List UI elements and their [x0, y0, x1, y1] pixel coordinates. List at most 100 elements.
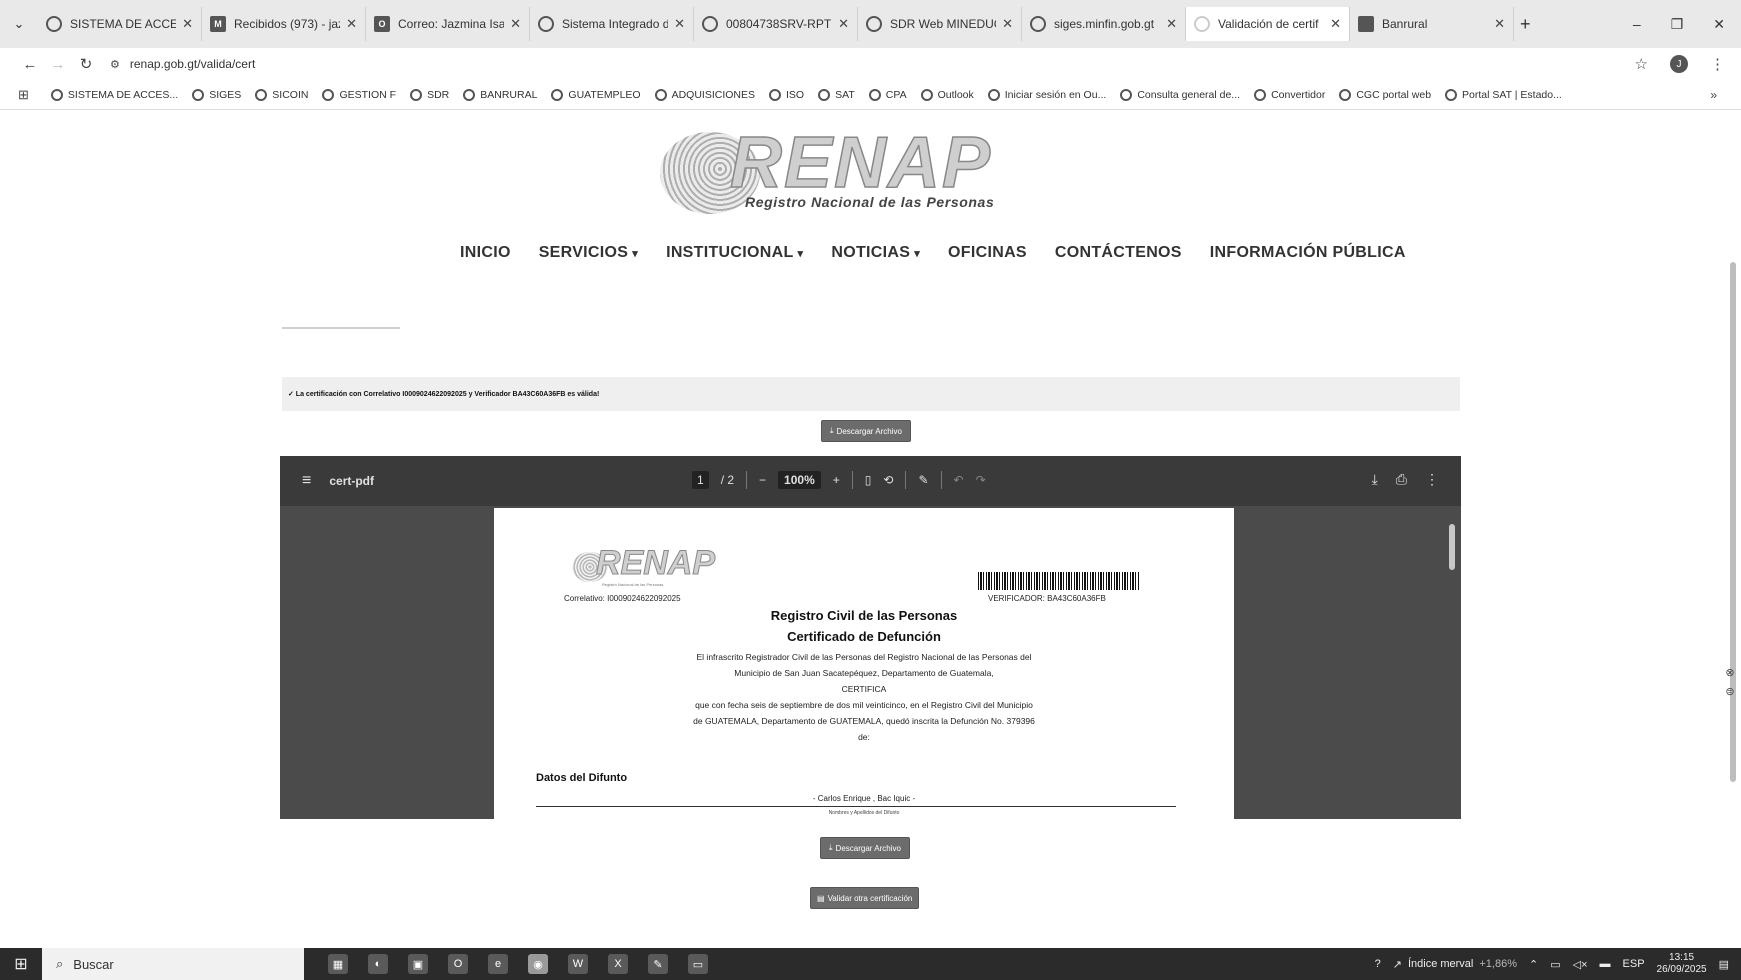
help-icon[interactable]: ? [1375, 958, 1381, 970]
bookmark-star-icon[interactable]: ☆ [1635, 55, 1648, 73]
tab-srv-rpt[interactable]: 00804738SRV-RPTPF ✕ [694, 7, 858, 41]
tab-validacion-active[interactable]: Validación de certif ✕ [1186, 7, 1350, 41]
nav-noticias[interactable]: NOTICIAS ▾ [831, 244, 920, 262]
tray-chevron-icon[interactable]: ⌃ [1529, 958, 1538, 971]
redo-icon[interactable]: ↷ [976, 473, 986, 487]
nav-informacion-publica[interactable]: INFORMACIÓN PÚBLICA [1210, 244, 1406, 262]
tab-sistema-acceso[interactable]: SISTEMA DE ACCESC ✕ [38, 7, 202, 41]
download-file-button-bottom[interactable]: ⤓ Descargar Archivo [820, 837, 910, 859]
tab-sistema-integrado[interactable]: Sistema Integrado d ✕ [530, 7, 694, 41]
pdf-scroll-thumb[interactable] [1449, 524, 1455, 570]
close-icon[interactable]: ✕ [1002, 16, 1013, 32]
page-scroll-thumb[interactable] [1730, 262, 1736, 782]
keyboard-icon[interactable]: ▬ [1600, 958, 1611, 970]
nav-servicios[interactable]: SERVICIOS ▾ [539, 244, 638, 262]
bookmark-item[interactable]: Portal SAT | Estado... [1445, 88, 1562, 101]
word-icon[interactable]: W [568, 954, 588, 974]
nav-inicio[interactable]: INICIO [460, 244, 511, 262]
tab-siges[interactable]: siges.minfin.gob.gt ✕ [1022, 7, 1186, 41]
translate-icon[interactable]: ⊜ [1725, 685, 1734, 698]
bookmark-item[interactable]: Outlook [920, 88, 974, 101]
pdf-menu-icon[interactable]: ≡ [302, 472, 311, 490]
download-file-button-top[interactable]: ⤓ Descargar Archivo [821, 420, 911, 442]
print-icon[interactable]: ⎙ [1396, 471, 1407, 488]
apps-grid-icon[interactable]: ⊞ [18, 87, 29, 103]
nav-oficinas[interactable]: OFICINAS [948, 244, 1027, 262]
nav-contactenos[interactable]: CONTÁCTENOS [1055, 244, 1182, 262]
file-explorer-icon[interactable]: ▭ [688, 954, 708, 974]
bookmark-item[interactable]: BANRURAL [463, 88, 537, 101]
bookmark-item[interactable]: Iniciar sesión en Ou... [987, 88, 1106, 101]
task-view-icon[interactable]: ▦ [328, 954, 348, 974]
bookmarks-overflow-icon[interactable]: » [1710, 88, 1717, 102]
tab-search-chevron-icon[interactable]: ⌄ [0, 16, 38, 32]
pdf-viewer[interactable]: ≡ cert-pdf 1 / 2 − 100% + ▯ ⟲ ✎ ↶ ↷ ⤓ ⎙ … [280, 456, 1461, 819]
page-number-input[interactable]: 1 [692, 471, 709, 489]
close-icon[interactable]: ✕ [1330, 16, 1341, 32]
renap-logo[interactable]: RENAP Registro Nacional de las Personas [660, 122, 1080, 218]
notifications-icon[interactable]: ▤ [1719, 958, 1729, 971]
nav-institucional[interactable]: INSTITUCIONAL ▾ [666, 244, 803, 262]
bookmark-item[interactable]: CGC portal web [1339, 88, 1431, 101]
bookmark-item[interactable]: SAT [818, 88, 855, 101]
validate-another-button[interactable]: ▤ Validar otra certificación [810, 887, 920, 909]
close-icon[interactable]: ✕ [510, 16, 521, 32]
bookmark-item[interactable]: SICOIN [255, 88, 308, 101]
network-icon[interactable]: ▭ [1550, 958, 1560, 971]
bookmark-item[interactable]: CPA [868, 88, 907, 101]
url-field[interactable]: ⚙ renap.gob.gt/valida/cert [110, 57, 255, 71]
profile-avatar[interactable]: J [1670, 55, 1688, 73]
browser-menu-icon[interactable]: ⋮ [1710, 55, 1725, 73]
pdf-scrollbar[interactable] [1449, 512, 1457, 812]
internet-explorer-icon[interactable]: e [488, 954, 508, 974]
close-icon[interactable]: ✕ [1166, 16, 1177, 32]
bookmark-item[interactable]: ISO [769, 88, 804, 101]
forward-arrow-icon[interactable]: → [44, 56, 72, 73]
rotate-icon[interactable]: ⟲ [883, 473, 893, 487]
volume-icon[interactable]: ◁× [1573, 958, 1588, 971]
bookmark-item[interactable]: Consulta general de... [1120, 88, 1240, 101]
tab-outlook[interactable]: O Correo: Jazmina Isab ✕ [366, 7, 530, 41]
outlook-app-icon[interactable]: O [448, 954, 468, 974]
market-widget[interactable]: ↗ Índice merval +1,86% [1393, 958, 1517, 971]
bookmark-item[interactable]: SDR [410, 88, 449, 101]
close-icon[interactable]: ✕ [346, 16, 357, 32]
page-scrollbar[interactable] [1728, 112, 1738, 952]
bookmark-item[interactable]: SIGES [192, 88, 241, 101]
draw-annotation-icon[interactable]: ✎ [918, 473, 928, 487]
chrome-icon[interactable]: ◉ [528, 954, 548, 974]
site-settings-icon[interactable]: ⚙ [110, 58, 120, 71]
taskbar-search[interactable]: ⌕ Buscar [42, 948, 304, 980]
close-window-icon[interactable]: ✕ [1713, 16, 1725, 33]
undo-icon[interactable]: ↶ [954, 473, 964, 487]
language-indicator[interactable]: ESP [1623, 958, 1645, 970]
excel-icon[interactable]: X [608, 954, 628, 974]
zoom-in-icon[interactable]: + [833, 473, 840, 487]
pdf-more-icon[interactable]: ⋮ [1425, 471, 1439, 488]
store-icon[interactable]: ▣ [408, 954, 428, 974]
restore-icon[interactable]: ❐ [1671, 16, 1684, 33]
close-circle-icon[interactable]: ⊗ [1725, 666, 1734, 679]
paint-icon[interactable]: ✎ [648, 954, 668, 974]
back-arrow-icon[interactable]: ← [16, 56, 44, 73]
bookmark-item[interactable]: Convertidor [1254, 88, 1325, 101]
close-icon[interactable]: ✕ [674, 16, 685, 32]
tab-sdr-mineduc[interactable]: SDR Web MINEDUC ✕ [858, 7, 1022, 41]
minimize-icon[interactable]: – [1633, 16, 1641, 33]
clock[interactable]: 13:15 26/09/2025 [1657, 952, 1707, 976]
close-icon[interactable]: ✕ [1494, 16, 1505, 32]
bookmark-item[interactable]: SISTEMA DE ACCES... [50, 88, 178, 101]
zoom-out-icon[interactable]: − [759, 473, 766, 487]
bookmark-item[interactable]: GESTION F [322, 88, 396, 101]
bookmark-item[interactable]: ADQUISICIONES [654, 88, 755, 101]
tab-gmail[interactable]: M Recibidos (973) - jaz ✕ [202, 7, 366, 41]
windows-start-icon[interactable]: ⊞ [0, 954, 42, 974]
close-icon[interactable]: ✕ [182, 16, 193, 32]
tab-banrural[interactable]: Banrural ✕ [1350, 7, 1514, 41]
fit-page-icon[interactable]: ▯ [865, 473, 872, 487]
zoom-input[interactable]: 100% [778, 471, 821, 489]
pdf-download-icon[interactable]: ⤓ [1372, 471, 1378, 488]
bookmark-item[interactable]: GUATEMPLEO [551, 88, 641, 101]
reload-icon[interactable]: ↻ [72, 55, 100, 73]
edge-icon[interactable]: ◐ [368, 954, 388, 974]
